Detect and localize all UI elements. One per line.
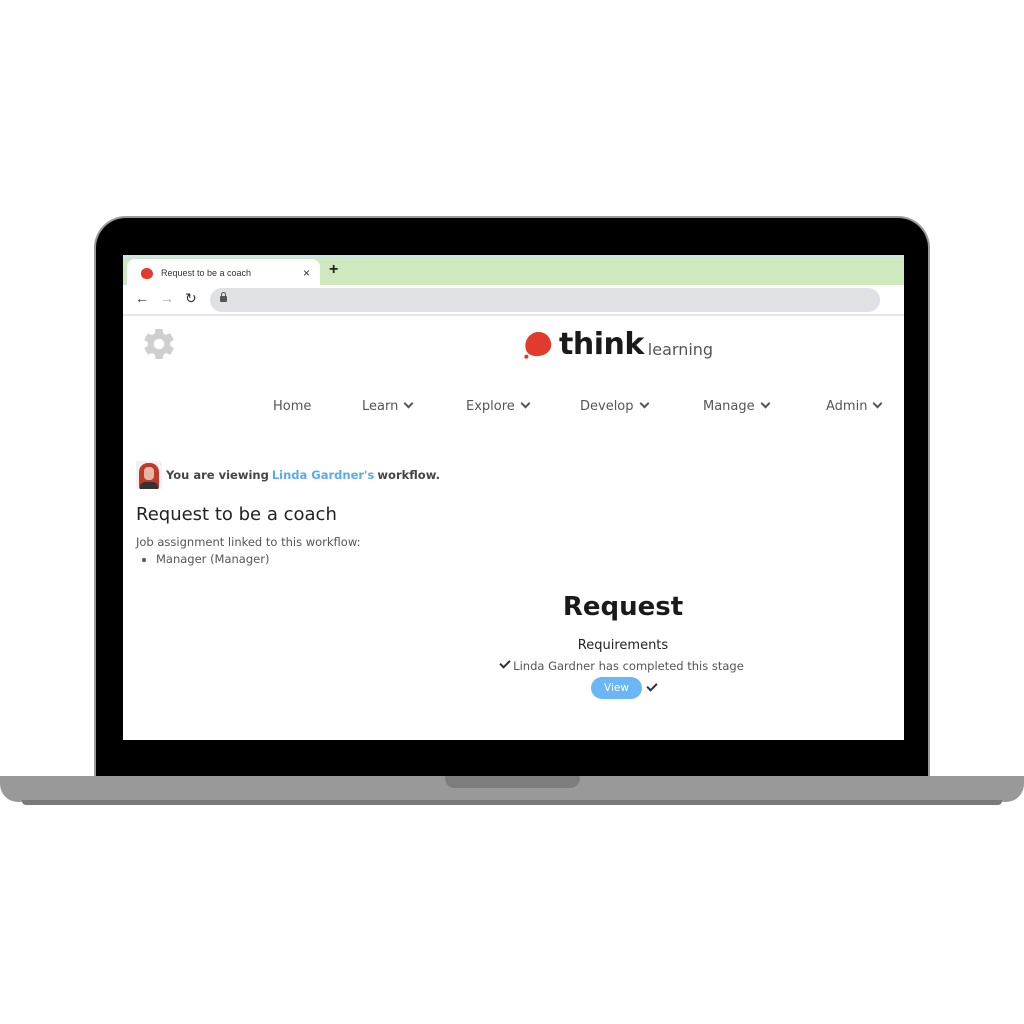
viewing-suffix: workflow. <box>377 468 440 482</box>
back-arrow-icon[interactable]: ← <box>135 291 149 305</box>
favicon-icon <box>141 267 153 279</box>
close-tab-icon[interactable]: × <box>303 267 310 279</box>
logo-text: think <box>559 327 644 362</box>
browser-toolbar: ← → ↻ <box>123 285 904 316</box>
viewing-prefix: You are viewing <box>166 468 269 482</box>
viewing-notice: You are viewing Linda Gardner's workflow… <box>136 461 440 489</box>
gear-icon[interactable] <box>141 326 177 362</box>
nav-item-home[interactable]: Home <box>273 399 311 414</box>
nav-item-admin[interactable]: Admin <box>826 398 883 414</box>
browser-tab[interactable]: Request to be a coach × <box>127 259 320 287</box>
nav-item-learn[interactable]: Learn <box>362 398 414 414</box>
job-assignment-list: Manager (Manager) <box>136 552 269 566</box>
nav-item-explore[interactable]: Explore <box>466 398 531 414</box>
laptop-notch <box>445 776 580 788</box>
list-item: Manager (Manager) <box>156 552 269 566</box>
nav-item-develop[interactable]: Develop <box>580 398 649 414</box>
chevron-down-icon <box>872 398 883 409</box>
chevron-down-icon <box>520 398 531 409</box>
checkmark-icon <box>646 680 658 692</box>
page-content: think learning Home Learn Explore Develo… <box>123 316 904 740</box>
lock-icon <box>220 292 227 302</box>
main-navigation: Home Learn Explore Develop Manage Admin <box>123 398 904 419</box>
completion-text: Linda Gardner has completed this stage <box>513 659 744 673</box>
chevron-down-icon <box>403 398 414 409</box>
logo-blob-icon <box>522 329 554 360</box>
address-bar[interactable] <box>210 288 880 312</box>
avatar <box>136 461 162 489</box>
checkmark-icon <box>499 657 511 669</box>
page-title: Request to be a coach <box>136 504 337 525</box>
job-assignment-label: Job assignment linked to this workflow: <box>136 535 361 549</box>
view-row: View <box>423 677 823 699</box>
laptop-screen: Request to be a coach × + ← → ↻ think le… <box>123 255 904 740</box>
browser-tab-strip: Request to be a coach × + <box>123 255 904 287</box>
tab-title: Request to be a coach <box>161 268 252 278</box>
brand-logo[interactable]: think learning <box>522 327 714 362</box>
nav-item-manage[interactable]: Manage <box>703 398 771 414</box>
stage-title: Request <box>562 592 684 622</box>
stage-panel: Request Requirements Linda Gardner has c… <box>423 594 823 699</box>
chevron-down-icon <box>760 398 771 409</box>
completion-status: Linda Gardner has completed this stage <box>423 657 823 673</box>
chevron-down-icon <box>639 398 649 409</box>
view-button[interactable]: View <box>591 677 642 699</box>
requirements-heading: Requirements <box>577 638 669 653</box>
laptop-base-foot <box>22 800 1002 805</box>
reload-icon[interactable]: ↻ <box>185 291 197 305</box>
user-link[interactable]: Linda Gardner's <box>272 468 375 482</box>
logo-suffix: learning <box>647 340 714 359</box>
forward-arrow-icon[interactable]: → <box>160 291 174 305</box>
new-tab-button[interactable]: + <box>329 262 338 278</box>
